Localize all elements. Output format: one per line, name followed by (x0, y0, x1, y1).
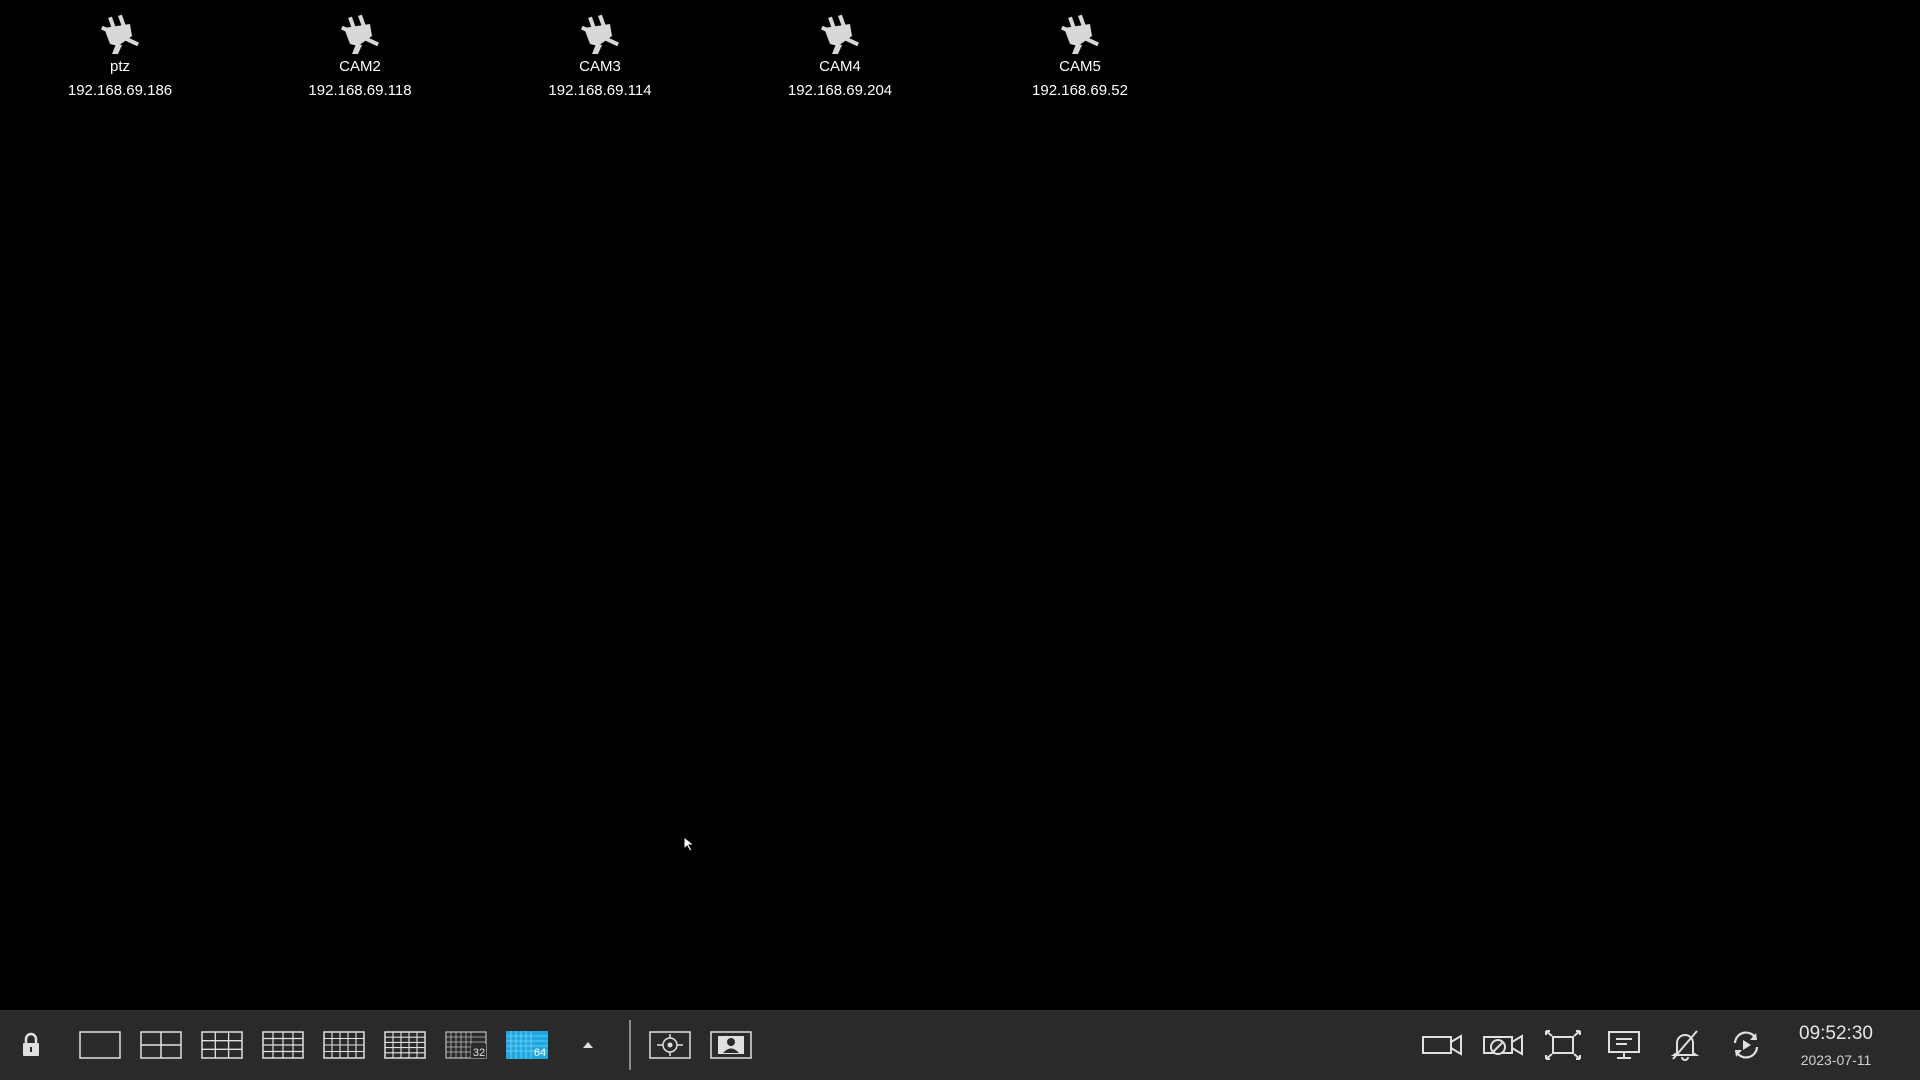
video-camera-off-icon (1483, 1034, 1523, 1056)
layout-25-icon (384, 1031, 426, 1059)
layout-20-icon (323, 1031, 365, 1059)
camera-name: CAM4 (819, 58, 861, 75)
layout-32-button[interactable]: 32 (444, 1025, 488, 1065)
disconnected-plug-icon (341, 14, 379, 54)
camera-name: ptz (109, 58, 130, 75)
disconnected-plug-icon (581, 14, 619, 54)
camera-ip: 192.168.69.204 (787, 82, 893, 99)
clock-time: 09:52:30 (1799, 1023, 1873, 1044)
record-button[interactable] (1420, 1025, 1464, 1065)
fullscreen-button[interactable] (1543, 1025, 1583, 1065)
disconnected-plug-icon (101, 14, 139, 54)
bell-off-icon (1670, 1030, 1700, 1061)
face-detection-icon (710, 1031, 752, 1059)
mute-alarm-button[interactable] (1667, 1025, 1703, 1065)
mouse-cursor-icon (683, 836, 696, 852)
camera-name: CAM2 (339, 58, 381, 75)
layout-16-button[interactable] (261, 1025, 305, 1065)
video-camera-icon (1422, 1034, 1462, 1056)
camera-name: CAM5 (1059, 58, 1101, 75)
layout-1-icon (79, 1031, 121, 1059)
layout-64-button[interactable]: 64 (505, 1025, 549, 1065)
camera-tile-cam5[interactable]: CAM5 192.168.69.52 (990, 14, 1170, 100)
camera-tile-cam4[interactable]: CAM4 192.168.69.204 (750, 14, 930, 100)
camera-tile-cam3[interactable]: CAM3 192.168.69.114 (510, 14, 690, 100)
caret-up-icon (583, 1042, 593, 1048)
stop-record-button[interactable] (1481, 1025, 1525, 1065)
layout-4-button[interactable] (139, 1025, 183, 1065)
lock-icon (23, 1032, 39, 1056)
layout-32-icon: 32 (445, 1031, 487, 1059)
face-detection-button[interactable] (709, 1025, 753, 1065)
layout-20-button[interactable] (322, 1025, 366, 1065)
more-layouts-button[interactable] (578, 1025, 598, 1065)
layout-25-button[interactable] (383, 1025, 427, 1065)
fullscreen-icon (1545, 1030, 1581, 1060)
layout-64-label: 64 (534, 1047, 546, 1059)
playback-refresh-icon (1733, 1031, 1759, 1059)
disconnected-plug-icon (821, 14, 859, 54)
layout-64-icon: 64 (506, 1031, 548, 1059)
ptz-icon (649, 1031, 691, 1059)
camera-ip: 192.168.69.114 (548, 82, 652, 99)
layout-9-button[interactable] (200, 1025, 244, 1065)
sequence-button[interactable] (1606, 1025, 1642, 1065)
clock-date: 2023-07-11 (1800, 1052, 1872, 1068)
camera-tile-cam2[interactable]: CAM2 192.168.69.118 (270, 14, 450, 100)
layout-9-icon (201, 1031, 243, 1059)
camera-name: CAM3 (579, 58, 621, 75)
layout-16-icon (262, 1031, 304, 1059)
layout-4-icon (140, 1031, 182, 1059)
lock-button[interactable] (18, 1025, 44, 1065)
camera-ip: 192.168.69.52 (1032, 82, 1128, 99)
camera-tile-ptz[interactable]: ptz 192.168.69.186 (30, 14, 210, 100)
camera-ip: 192.168.69.118 (308, 82, 412, 99)
ptz-button[interactable] (648, 1025, 692, 1065)
disconnected-plug-icon (1061, 14, 1099, 54)
taskbar: 32 64 09:52:30 2023-07-11 (0, 1010, 1920, 1080)
taskbar-separator (629, 1020, 631, 1070)
playback-button[interactable] (1728, 1025, 1764, 1065)
layout-1-button[interactable] (78, 1025, 122, 1065)
layout-32-label: 32 (473, 1047, 485, 1059)
camera-ip: 192.168.69.186 (67, 82, 173, 99)
clock: 09:52:30 2023-07-11 (1776, 1023, 1896, 1069)
monitor-icon (1608, 1031, 1640, 1059)
